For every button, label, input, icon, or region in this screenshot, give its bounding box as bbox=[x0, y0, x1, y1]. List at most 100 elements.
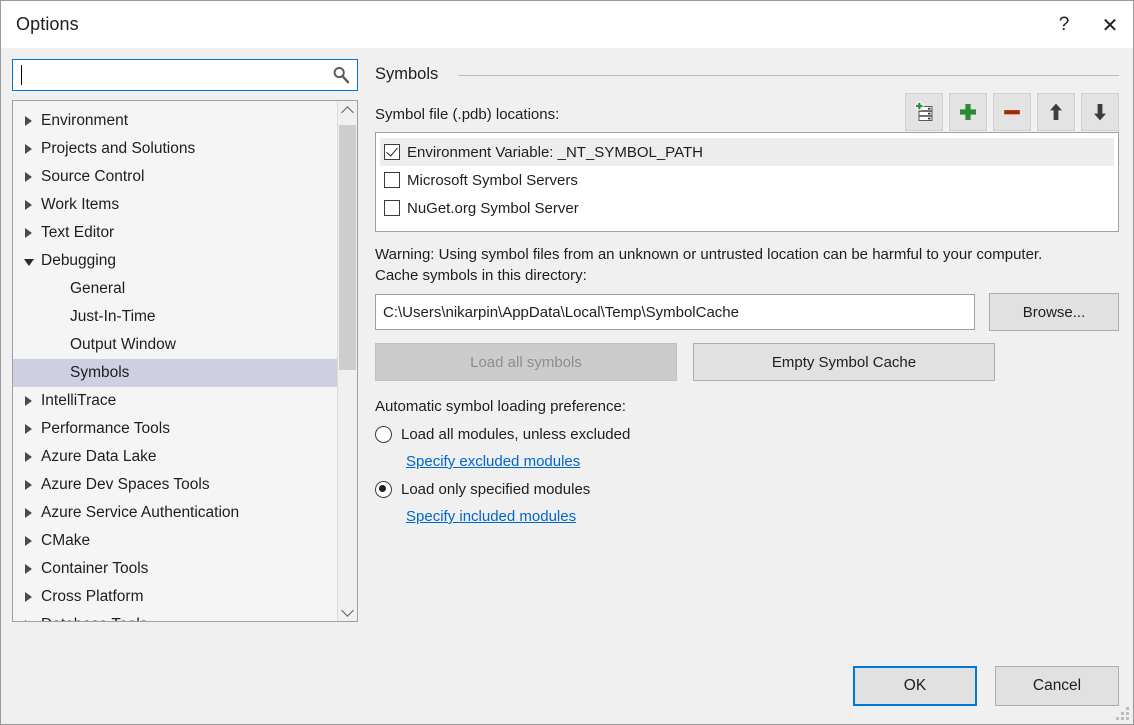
scroll-down-button[interactable] bbox=[338, 602, 357, 621]
tree-item-label: Azure Data Lake bbox=[41, 448, 156, 466]
tree-item-symbols[interactable]: Symbols bbox=[13, 359, 337, 387]
tree-expander[interactable] bbox=[23, 144, 41, 154]
scroll-up-button[interactable] bbox=[338, 101, 357, 120]
triangle-right-icon bbox=[25, 536, 32, 546]
triangle-right-icon bbox=[25, 424, 32, 434]
symbol-locations-list[interactable]: Environment Variable: _NT_SYMBOL_PATH Mic… bbox=[375, 132, 1119, 232]
symbol-location-item[interactable]: NuGet.org Symbol Server bbox=[380, 194, 1114, 222]
tree-item-label: Debugging bbox=[41, 252, 116, 270]
triangle-right-icon bbox=[25, 620, 32, 621]
tree-item-label: Cross Platform bbox=[41, 588, 144, 606]
tree-expander[interactable] bbox=[23, 200, 41, 210]
tree-item-source-control[interactable]: Source Control bbox=[13, 163, 337, 191]
options-tree: EnvironmentProjects and SolutionsSource … bbox=[12, 100, 358, 622]
tree-item-database-tools[interactable]: Database Tools bbox=[13, 611, 337, 621]
tree-item-text-editor[interactable]: Text Editor bbox=[13, 219, 337, 247]
tree-item-general[interactable]: General bbox=[13, 275, 337, 303]
triangle-right-icon bbox=[25, 592, 32, 602]
radio-load-only-specified[interactable]: Load only specified modules bbox=[375, 481, 1119, 498]
resize-grip[interactable] bbox=[1116, 707, 1129, 720]
tree-item-environment[interactable]: Environment bbox=[13, 107, 337, 135]
radio-button-icon bbox=[375, 426, 392, 443]
text-caret bbox=[21, 65, 22, 85]
empty-symbol-cache-button[interactable]: Empty Symbol Cache bbox=[693, 343, 995, 381]
add-location-button[interactable] bbox=[949, 93, 987, 131]
specify-excluded-modules-link[interactable]: Specify excluded modules bbox=[406, 453, 580, 470]
browse-button[interactable]: Browse... bbox=[989, 293, 1119, 331]
dialog-body: EnvironmentProjects and SolutionsSource … bbox=[1, 48, 1133, 724]
triangle-right-icon bbox=[25, 116, 32, 126]
search-input[interactable] bbox=[13, 60, 357, 90]
tree-expander[interactable] bbox=[23, 256, 41, 266]
cache-directory-label: Cache symbols in this directory: bbox=[375, 267, 1119, 284]
cache-directory-input[interactable] bbox=[375, 294, 975, 330]
triangle-down-icon bbox=[24, 259, 34, 266]
triangle-right-icon bbox=[25, 452, 32, 462]
tree-expander[interactable] bbox=[23, 564, 41, 574]
tree-item-container-tools[interactable]: Container Tools bbox=[13, 555, 337, 583]
tree-item-label: Just-In-Time bbox=[70, 308, 156, 326]
tree-expander[interactable] bbox=[23, 396, 41, 406]
chevron-down-icon bbox=[341, 604, 354, 617]
radio-label: Load only specified modules bbox=[401, 481, 590, 498]
checkbox-icon[interactable] bbox=[384, 172, 400, 188]
cancel-button[interactable]: Cancel bbox=[995, 666, 1119, 706]
radio-load-all-modules[interactable]: Load all modules, unless excluded bbox=[375, 426, 1119, 443]
tree-item-azure-dev-spaces-tools[interactable]: Azure Dev Spaces Tools bbox=[13, 471, 337, 499]
tree-expander[interactable] bbox=[23, 452, 41, 462]
tree-item-label: General bbox=[70, 280, 125, 298]
tree-item-projects-and-solutions[interactable]: Projects and Solutions bbox=[13, 135, 337, 163]
cache-directory-row: Browse... bbox=[375, 293, 1119, 331]
new-symbol-server-button[interactable] bbox=[905, 93, 943, 131]
checkbox-icon[interactable] bbox=[384, 200, 400, 216]
tree-item-cross-platform[interactable]: Cross Platform bbox=[13, 583, 337, 611]
question-mark-icon: ? bbox=[1059, 15, 1070, 34]
tree-expander[interactable] bbox=[23, 536, 41, 546]
scrollbar-thumb[interactable] bbox=[339, 125, 356, 370]
move-up-button[interactable] bbox=[1037, 93, 1075, 131]
tree-item-cmake[interactable]: CMake bbox=[13, 527, 337, 555]
add-icon bbox=[957, 101, 979, 123]
window-controls: ? ✕ bbox=[1041, 1, 1133, 48]
tree-expander[interactable] bbox=[23, 620, 41, 621]
close-button[interactable]: ✕ bbox=[1087, 1, 1133, 48]
tree-expander[interactable] bbox=[23, 172, 41, 182]
tree-item-work-items[interactable]: Work Items bbox=[13, 191, 337, 219]
help-button[interactable]: ? bbox=[1041, 1, 1087, 48]
tree-expander[interactable] bbox=[23, 480, 41, 490]
tree-item-intellitrace[interactable]: IntelliTrace bbox=[13, 387, 337, 415]
tree-scrollbar[interactable] bbox=[337, 101, 357, 621]
load-all-symbols-button[interactable]: Load all symbols bbox=[375, 343, 677, 381]
tree-item-debugging[interactable]: Debugging bbox=[13, 247, 337, 275]
tree-item-just-in-time[interactable]: Just-In-Time bbox=[13, 303, 337, 331]
tree-expander[interactable] bbox=[23, 508, 41, 518]
symbol-location-label: NuGet.org Symbol Server bbox=[407, 200, 579, 217]
checkbox-checked-icon[interactable] bbox=[384, 144, 400, 160]
right-pane: Symbols Symbol file (.pdb) locations: bbox=[375, 59, 1119, 724]
tree-expander[interactable] bbox=[23, 424, 41, 434]
tree-expander[interactable] bbox=[23, 592, 41, 602]
tree-expander[interactable] bbox=[23, 228, 41, 238]
tree-item-label: Text Editor bbox=[41, 224, 114, 242]
ok-button[interactable]: OK bbox=[853, 666, 977, 706]
search-box[interactable] bbox=[12, 59, 358, 91]
tree-item-label: Performance Tools bbox=[41, 420, 170, 438]
remove-location-button[interactable] bbox=[993, 93, 1031, 131]
chevron-up-icon bbox=[341, 106, 354, 119]
tree-expander[interactable] bbox=[23, 116, 41, 126]
specify-included-modules-link[interactable]: Specify included modules bbox=[406, 508, 576, 525]
tree-item-performance-tools[interactable]: Performance Tools bbox=[13, 415, 337, 443]
tree-item-label: Azure Dev Spaces Tools bbox=[41, 476, 210, 494]
tree-item-azure-service-authentication[interactable]: Azure Service Authentication bbox=[13, 499, 337, 527]
symbol-location-item[interactable]: Environment Variable: _NT_SYMBOL_PATH bbox=[380, 138, 1114, 166]
tree-item-output-window[interactable]: Output Window bbox=[13, 331, 337, 359]
tree-item-label: Work Items bbox=[41, 196, 119, 214]
dialog-footer: OK Cancel bbox=[853, 666, 1119, 706]
symbol-location-label: Environment Variable: _NT_SYMBOL_PATH bbox=[407, 144, 703, 161]
tree-list: EnvironmentProjects and SolutionsSource … bbox=[13, 101, 337, 621]
triangle-right-icon bbox=[25, 200, 32, 210]
title-bar: Options ? ✕ bbox=[1, 1, 1133, 48]
symbol-location-item[interactable]: Microsoft Symbol Servers bbox=[380, 166, 1114, 194]
move-down-button[interactable] bbox=[1081, 93, 1119, 131]
tree-item-azure-data-lake[interactable]: Azure Data Lake bbox=[13, 443, 337, 471]
